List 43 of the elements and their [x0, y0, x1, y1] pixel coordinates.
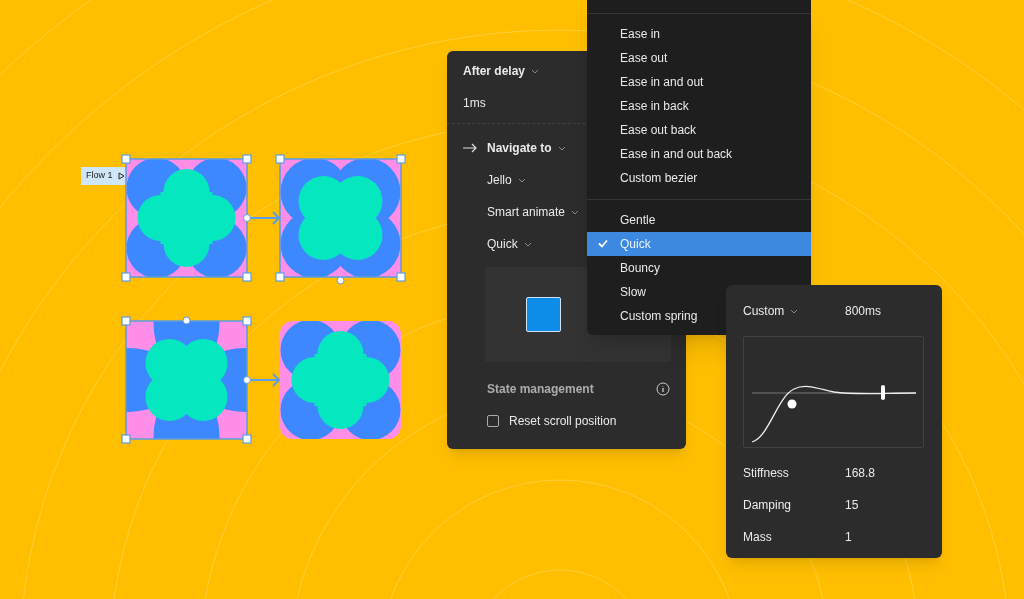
- handle-dot[interactable]: [336, 276, 345, 285]
- field-label: Mass: [743, 529, 773, 546]
- easing-dropdown[interactable]: Quick: [487, 235, 532, 253]
- menu-item[interactable]: Ease out: [587, 46, 811, 70]
- menu-item[interactable]: Ease out back: [587, 118, 811, 142]
- field-label: Damping: [743, 497, 793, 514]
- menu-item[interactable]: Custom bezier: [587, 166, 811, 190]
- chevron-down-icon: [517, 177, 526, 183]
- play-icon: [117, 172, 125, 180]
- field-value[interactable]: 1: [845, 528, 852, 546]
- delay-value[interactable]: 1ms: [463, 94, 486, 112]
- checkmark-icon: [598, 239, 608, 248]
- field-value[interactable]: 15: [845, 496, 859, 514]
- arrow-right-icon: [463, 143, 478, 153]
- field-label: Stiffness: [743, 465, 790, 482]
- menu-item[interactable]: Ease in: [587, 22, 811, 46]
- action-dropdown[interactable]: Navigate to: [487, 139, 566, 157]
- spring-curve-drawing[interactable]: [751, 385, 917, 443]
- preset-dropdown[interactable]: Custom: [743, 302, 799, 320]
- checkbox[interactable]: [487, 415, 499, 427]
- section-title: State management: [487, 381, 594, 398]
- chevron-down-icon: [531, 68, 540, 74]
- connector-arrow[interactable]: [243, 211, 281, 225]
- duration-value[interactable]: 800ms: [845, 302, 882, 320]
- checkbox-label: Reset scroll position: [509, 413, 617, 430]
- preview-square: [526, 297, 561, 332]
- menu-item[interactable]: Ease in and out: [587, 70, 811, 94]
- handle-dot[interactable]: [182, 316, 191, 325]
- field-value[interactable]: 168.8: [845, 464, 876, 482]
- connector-arrow[interactable]: [243, 373, 281, 387]
- chevron-down-icon: [790, 308, 799, 314]
- menu-item[interactable]: Ease in back: [587, 94, 811, 118]
- menu-item[interactable]: Ease in and out back: [587, 142, 811, 166]
- chevron-down-icon: [557, 145, 566, 151]
- destination-dropdown[interactable]: Jello: [487, 171, 526, 189]
- frame-artwork-drawing[interactable]: [280, 321, 401, 439]
- menu-item[interactable]: Gentle: [587, 208, 811, 232]
- trigger-dropdown[interactable]: After delay: [463, 62, 540, 80]
- chevron-down-icon: [571, 209, 580, 215]
- info-icon[interactable]: [656, 382, 670, 396]
- animation-dropdown[interactable]: Smart animate: [487, 203, 580, 221]
- menu-item[interactable]: Bouncy: [587, 256, 811, 280]
- chevron-down-icon: [523, 241, 532, 247]
